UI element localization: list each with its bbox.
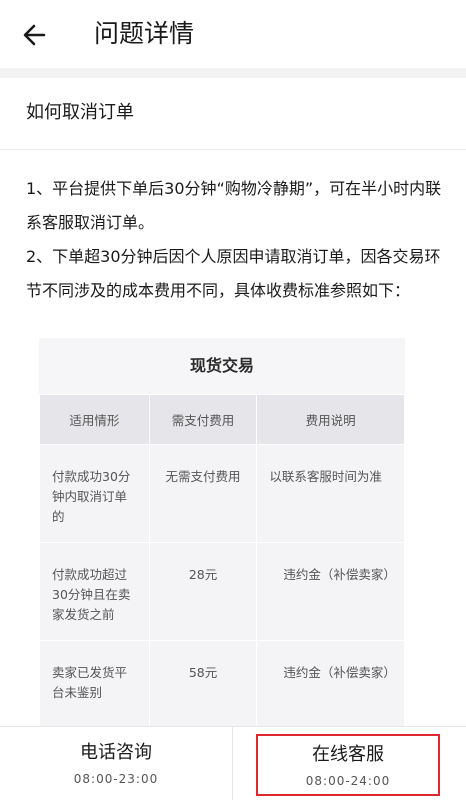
section-separator [0, 68, 466, 78]
table-row: 付款成功30分钟内取消订单的 无需支付费用 以联系客服时间为准 [39, 444, 405, 543]
table-header-cell: 适用情形 [39, 394, 150, 445]
table-header-cell: 需支付费用 [148, 394, 258, 445]
table-cell-scenario: 付款成功30分钟内取消订单的 [39, 444, 150, 543]
table-header-row: 适用情形 需支付费用 费用说明 [39, 394, 405, 445]
answer-body: 1、平台提供下单后30分钟“购物冷静期”，可在半小时内联系客服取消订单。 2、下… [26, 172, 446, 308]
table-cell-fee: 无需支付费用 [148, 444, 258, 543]
header-bar: 问题详情 [0, 0, 466, 68]
online-service-hours: 08:00-24:00 [305, 774, 391, 788]
page-title: 问题详情 [94, 19, 195, 48]
table-cell-note: 违约金（补偿卖家） [256, 640, 405, 728]
online-service-label: 在线客服 [312, 744, 384, 765]
phone-consult-label: 电话咨询 [80, 742, 152, 763]
fee-table-grid: 适用情形 需支付费用 费用说明 付款成功30分钟内取消订单的 无需支付费用 以联… [39, 394, 405, 728]
online-service-button[interactable]: 在线客服 08:00-24:00 [256, 734, 440, 796]
answer-paragraph-2: 2、下单超30分钟后因个人原因申请取消订单，因各交易环节不同涉及的成本费用不同，… [26, 247, 441, 300]
table-cell-scenario: 付款成功超过30分钟且在卖家发货之前 [39, 542, 150, 641]
fee-table: 现货交易 适用情形 需支付费用 费用说明 付款成功30分钟内取消订单的 无需支付… [39, 338, 405, 728]
table-row: 卖家已发货平台未鉴别 58元 违约金（补偿卖家） [39, 640, 405, 728]
table-cell-fee: 28元 [148, 542, 258, 641]
table-row: 付款成功超过30分钟且在卖家发货之前 28元 违约金（补偿卖家） [39, 542, 405, 641]
question-title-row: 如何取消订单 [0, 78, 466, 150]
answer-paragraph-1: 1、平台提供下单后30分钟“购物冷静期”，可在半小时内联系客服取消订单。 [26, 179, 442, 232]
table-header-cell: 费用说明 [256, 394, 405, 445]
table-cell-scenario: 卖家已发货平台未鉴别 [39, 640, 150, 728]
table-cell-note: 以联系客服时间为准 [256, 444, 405, 543]
fee-table-title: 现货交易 [39, 338, 405, 394]
bottom-divider [232, 726, 233, 800]
phone-consult-button[interactable]: 电话咨询 08:00-23:00 [0, 726, 232, 800]
back-button[interactable] [18, 18, 52, 52]
arrow-left-icon [23, 24, 46, 46]
question-title: 如何取消订单 [26, 102, 134, 123]
phone-consult-hours: 08:00-23:00 [73, 772, 159, 786]
table-cell-note: 违约金（补偿卖家） [256, 542, 405, 641]
table-cell-fee: 58元 [148, 640, 258, 728]
